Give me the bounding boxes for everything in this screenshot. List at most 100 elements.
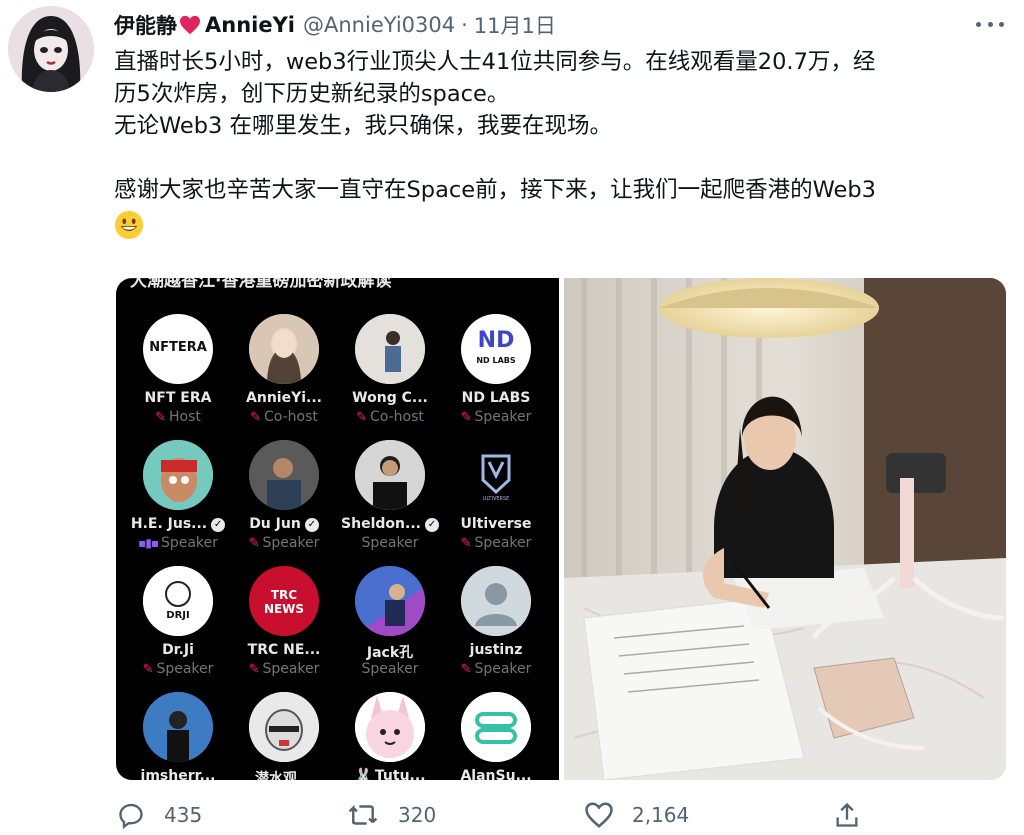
speaker-role: Co-host (264, 409, 318, 425)
nd-logo-icon: ND (477, 328, 515, 353)
reply-button[interactable]: 435 (116, 800, 202, 830)
speaker-name: imsherr... (140, 768, 216, 780)
mic-icon: ✎ (460, 410, 472, 425)
mic-icon: ✎ (356, 410, 368, 425)
default-profile-icon (461, 566, 531, 636)
author-display-name[interactable]: 伊能静 (114, 10, 177, 40)
speaker-card: imsherr... (118, 692, 238, 780)
speaker-card: 潜水观... (224, 692, 344, 780)
avatar (355, 692, 425, 762)
speaker-role: Speaker (156, 661, 214, 677)
avatar-logo-text: ULTIVERSE (482, 496, 510, 502)
tweet-header: 伊能静 AnnieYi @AnnieYi0304 · 11月1日 (114, 9, 556, 41)
speaker-role: Co-host (370, 409, 424, 425)
speaker-card: H.E. Jus... ✓ ▪▮▪ Speaker (118, 440, 238, 553)
avatar (143, 692, 213, 762)
speaker-card: justinz ✎ Speaker (436, 566, 556, 679)
speaker-card: ND ND LABS ND LABS ✎ Speaker (436, 314, 556, 427)
speaker-role: Speaker (474, 661, 532, 677)
mic-icon: ✎ (250, 410, 262, 425)
speaker-name: Du Jun (249, 516, 301, 532)
speaker-card: ULTIVERSE Ultiverse ✎ Speaker (436, 440, 556, 553)
avatar-logo-text: TRC NEWS (263, 588, 305, 616)
speaker-name: NFT ERA (144, 390, 212, 406)
avatar (143, 440, 213, 510)
avatar (355, 314, 425, 384)
grinning-face-icon (114, 210, 144, 240)
header-separator: · (461, 13, 468, 37)
speaker-name: Sheldon... (341, 516, 421, 532)
speaker-card: Jack孔 Speaker (330, 566, 450, 679)
mic-icon: ✎ (142, 662, 154, 677)
more-options-icon[interactable] (976, 14, 1004, 34)
speaker-name: TRC NE... (247, 642, 321, 658)
tweet-text: 直播时长5小时，web3行业顶尖人士41位共同参与。在线观看量20.7万，经 历… (114, 46, 1004, 249)
avatar: ULTIVERSE (461, 440, 531, 510)
like-heart-icon (585, 802, 613, 828)
avatar (249, 692, 319, 762)
like-button[interactable]: 2,164 (584, 800, 689, 830)
speaker-card: NFTERA NFT ERA ✎ Host (118, 314, 238, 427)
speaker-role: Speaker (361, 535, 419, 551)
photo-signing-document[interactable] (564, 278, 1006, 780)
reply-count: 435 (164, 803, 203, 827)
tweet-line: 历5次炸房，创下历史新纪录的space。 (114, 81, 510, 107)
avatar-logo-text: NFTERA (149, 340, 207, 355)
tweet-line: 无论Web3 在哪里发生，我只确保，我要在现场。 (114, 113, 613, 139)
mic-icon: ✎ (248, 662, 260, 677)
space-screenshot[interactable]: 大潮越香江·香港重磅加密新政解读 NFTERA NFT ERA ✎ Host An… (116, 278, 559, 780)
verified-icon: ✓ (304, 518, 319, 532)
speaker-name: H.E. Jus... (130, 516, 208, 532)
speaker-role: Speaker (474, 535, 532, 551)
avatar (249, 440, 319, 510)
retweet-count: 320 (398, 803, 437, 827)
author-handle[interactable]: @AnnieYi0304 (303, 13, 455, 37)
speaking-wave-icon: ▪▮▪ (138, 536, 159, 550)
avatar: ND ND LABS (461, 314, 531, 384)
speaker-card: Du Jun ✓ ✎ Speaker (224, 440, 344, 553)
speaker-name: 潜水观... (255, 771, 313, 780)
tweet-line (114, 142, 1004, 174)
tweet-media[interactable]: 大潮越香江·香港重磅加密新政解读 NFTERA NFT ERA ✎ Host An… (116, 278, 1006, 780)
speaker-name: Ultiverse (460, 516, 532, 532)
speaker-card: DRJI Dr.Ji ✎ Speaker (118, 566, 238, 679)
speaker-role: Speaker (160, 535, 218, 551)
tweet-line: 直播时长5小时，web3行业顶尖人士41位共同参与。在线观看量20.7万，经 (114, 49, 876, 75)
speaker-name: AlanSu... (460, 768, 532, 780)
speaker-card: 🐰 Tutu... (330, 692, 450, 780)
speaker-name: Tutu... (374, 768, 426, 780)
speaker-name: Wong C... (352, 390, 428, 406)
avatar (355, 566, 425, 636)
space-title-partial: 大潮越香江·香港重磅加密新政解读 (130, 278, 392, 291)
avatar: TRC NEWS (249, 566, 319, 636)
speaker-name: Jack孔 (366, 645, 414, 661)
share-icon (836, 802, 858, 827)
mic-icon: ✎ (460, 662, 472, 677)
tweet-date[interactable]: 11月1日 (474, 10, 556, 40)
avatar: DRJI (143, 566, 213, 636)
share-button[interactable] (834, 800, 878, 830)
speaker-card: Wong C... ✎ Co-host (330, 314, 450, 427)
speaker-role: Speaker (361, 661, 419, 677)
avatar-logo-text: DRJI (166, 610, 190, 621)
author-name-suffix[interactable]: AnnieYi (205, 13, 295, 37)
retweet-button[interactable]: 320 (346, 800, 436, 830)
retweet-icon (348, 804, 378, 825)
speaker-card: TRC NEWS TRC NE... ✎ Speaker (224, 566, 344, 679)
speaker-role: Speaker (262, 661, 320, 677)
avatar (355, 440, 425, 510)
author-avatar[interactable] (8, 6, 94, 92)
speaker-name: AnnieYi... (246, 390, 322, 406)
speaker-card: AlanSu... (436, 692, 556, 780)
speaker-name: Dr.Ji (162, 642, 194, 658)
speaker-name: justinz (469, 642, 523, 658)
tweet-line: 感谢大家也辛苦大家一直守在Space前，接下来，让我们一起爬香港的Web3 (114, 177, 876, 203)
avatar: NFTERA (143, 314, 213, 384)
speaker-role: Speaker (474, 409, 532, 425)
mic-icon: ✎ (155, 410, 166, 425)
avatar (461, 692, 531, 762)
reply-icon (119, 803, 143, 829)
like-count: 2,164 (632, 803, 690, 827)
red-heart-icon (180, 15, 200, 35)
speaker-card: AnnieYi... ✎ Co-host (224, 314, 344, 427)
